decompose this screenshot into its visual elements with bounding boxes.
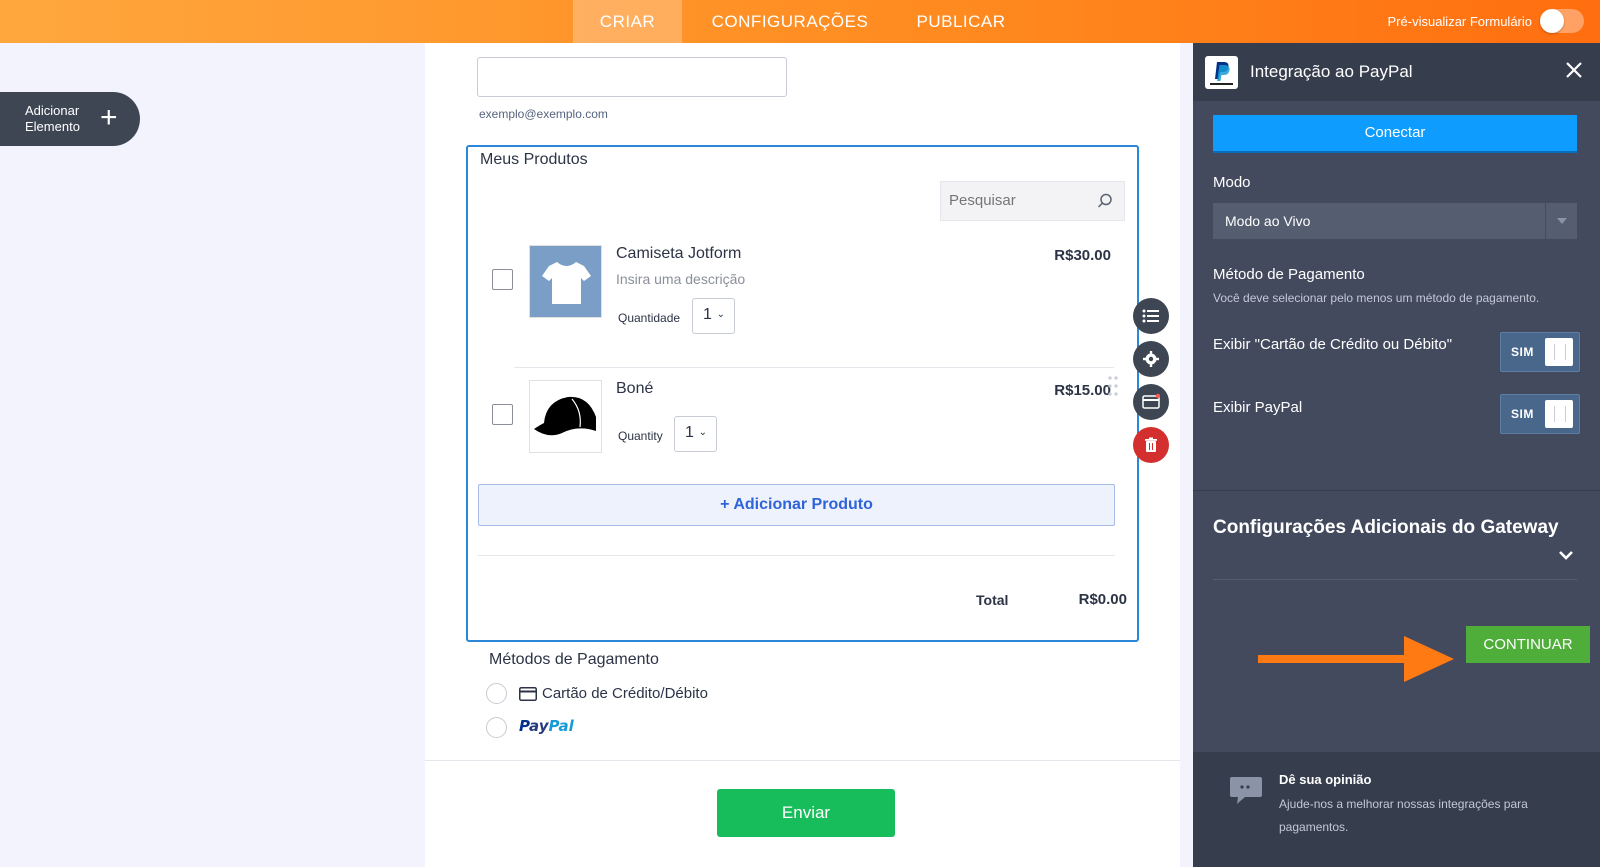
cap-image xyxy=(529,380,602,453)
gateway-settings-title[interactable]: Configurações Adicionais do Gateway xyxy=(1213,517,1559,539)
product-price: R$30.00 xyxy=(1054,247,1111,264)
payment-methods-title: Métodos de Pagamento xyxy=(489,651,659,668)
gateway-divider xyxy=(1213,579,1577,580)
products-title: Meus Produtos xyxy=(480,151,588,168)
toggle-knob xyxy=(1545,338,1573,366)
delete-button[interactable] xyxy=(1133,427,1169,463)
mode-label: Modo xyxy=(1213,174,1251,191)
connect-button[interactable]: Conectar xyxy=(1213,115,1577,151)
paypal-integration-panel: Integração ao PayPal Conectar Modo Modo … xyxy=(1193,43,1600,867)
trash-icon xyxy=(1145,437,1157,452)
card-option-label: Cartão de Crédito/Débito xyxy=(542,685,708,702)
product-price: R$15.00 xyxy=(1054,382,1111,399)
tab-publicar[interactable]: PUBLICAR xyxy=(903,0,1019,43)
add-product-button[interactable]: + Adicionar Produto xyxy=(478,484,1115,526)
feedback-text: Ajude-nos a melhorar nossas integrações … xyxy=(1279,797,1528,834)
settings-button[interactable] xyxy=(1133,341,1169,377)
chevron-down-icon: ⌄ xyxy=(716,309,725,320)
form-footer-divider xyxy=(425,760,1180,761)
toggle-state: SIM xyxy=(1511,345,1534,359)
quantity-label: Quantidade xyxy=(618,311,681,325)
chevron-down-icon xyxy=(1545,203,1577,239)
show-paypal-toggle[interactable]: SIM xyxy=(1500,394,1580,434)
panel-header: Integração ao PayPal xyxy=(1193,43,1600,101)
show-card-label: Exibir "Cartão de Crédito ou Débito" xyxy=(1213,336,1453,353)
products-widget[interactable]: Meus Produtos Camiseta Jotform Insira um… xyxy=(466,145,1139,642)
list-icon xyxy=(1142,309,1159,323)
email-sublabel: exemplo@exemplo.com xyxy=(479,107,608,121)
annotation-arrow-icon xyxy=(1258,636,1454,682)
drag-handle-icon[interactable] xyxy=(1107,375,1119,397)
top-navigation-bar: CRIAR CONFIGURAÇÕES PUBLICAR Pré-visuali… xyxy=(0,0,1600,43)
product-search[interactable] xyxy=(940,181,1125,221)
close-icon[interactable] xyxy=(1564,60,1584,80)
quantity-label: Quantity xyxy=(618,429,663,443)
feedback-section[interactable]: Dê sua opinião Ajude-nos a melhorar noss… xyxy=(1193,752,1600,867)
product-item: Camiseta Jotform Insira uma descrição R$… xyxy=(468,235,1137,355)
payment-method-label: Método de Pagamento xyxy=(1213,266,1365,283)
properties-list-button[interactable] xyxy=(1133,298,1169,334)
add-element-button[interactable]: Adicionar Elemento + xyxy=(0,92,140,146)
quantity-select[interactable]: 1 ⌄ xyxy=(674,416,717,452)
product-item: Boné R$15.00 Quantity 1 ⌄ xyxy=(468,370,1137,490)
preview-form-toggle[interactable] xyxy=(1540,9,1584,33)
quantity-select[interactable]: 1 ⌄ xyxy=(692,298,735,334)
tab-criar[interactable]: CRIAR xyxy=(573,0,682,43)
total-divider xyxy=(478,555,1115,556)
search-input[interactable] xyxy=(949,192,1089,209)
paypal-business-icon xyxy=(1205,56,1238,89)
card-radio[interactable] xyxy=(486,683,507,704)
product-divider xyxy=(514,367,1114,368)
quantity-value: 1 xyxy=(703,306,712,323)
product-name: Camiseta Jotform xyxy=(616,245,742,262)
show-paypal-label: Exibir PayPal xyxy=(1213,399,1303,416)
mode-select[interactable]: Modo ao Vivo xyxy=(1213,203,1577,239)
quantity-value: 1 xyxy=(685,424,694,441)
preview-form-label: Pré-visualizar Formulário xyxy=(1387,14,1532,29)
toggle-knob xyxy=(1540,9,1564,33)
tab-configuracoes[interactable]: CONFIGURAÇÕES xyxy=(699,0,881,43)
payment-method-help: Você deve selecionar pelo menos um métod… xyxy=(1213,291,1540,305)
product-description: Insira uma descrição xyxy=(616,271,746,287)
credit-card-icon xyxy=(519,687,537,701)
tshirt-image xyxy=(529,245,602,318)
chevron-down-icon: ⌄ xyxy=(698,427,707,438)
product-checkbox[interactable] xyxy=(492,269,513,290)
submit-button[interactable]: Enviar xyxy=(717,789,895,837)
toggle-state: SIM xyxy=(1511,407,1534,421)
chat-bubble-icon xyxy=(1230,777,1262,804)
product-checkbox[interactable] xyxy=(492,404,513,425)
toggle-knob xyxy=(1545,400,1573,428)
total-value: R$0.00 xyxy=(1078,591,1127,608)
product-name: Boné xyxy=(616,380,654,397)
form-canvas: exemplo@exemplo.com Meus Produtos Camise… xyxy=(425,43,1180,867)
mode-value: Modo ao Vivo xyxy=(1225,213,1311,229)
panel-title: Integração ao PayPal xyxy=(1250,62,1413,81)
email-field[interactable] xyxy=(477,57,787,97)
paypal-radio[interactable] xyxy=(486,717,507,738)
add-element-label: Adicionar Elemento xyxy=(25,103,80,134)
gear-icon xyxy=(1143,351,1159,367)
payment-card-icon xyxy=(1142,393,1160,409)
show-card-toggle[interactable]: SIM xyxy=(1500,332,1580,372)
feedback-title: Dê sua opinião xyxy=(1279,772,1372,787)
chevron-down-icon[interactable] xyxy=(1558,549,1574,561)
plus-icon: + xyxy=(100,101,118,134)
total-label: Total xyxy=(976,592,1009,608)
section-divider xyxy=(1193,490,1600,491)
payment-integration-button[interactable] xyxy=(1133,384,1169,420)
paypal-logo: PayPal xyxy=(519,717,574,735)
continue-button[interactable]: CONTINUAR xyxy=(1466,626,1590,663)
search-icon xyxy=(1097,193,1112,208)
